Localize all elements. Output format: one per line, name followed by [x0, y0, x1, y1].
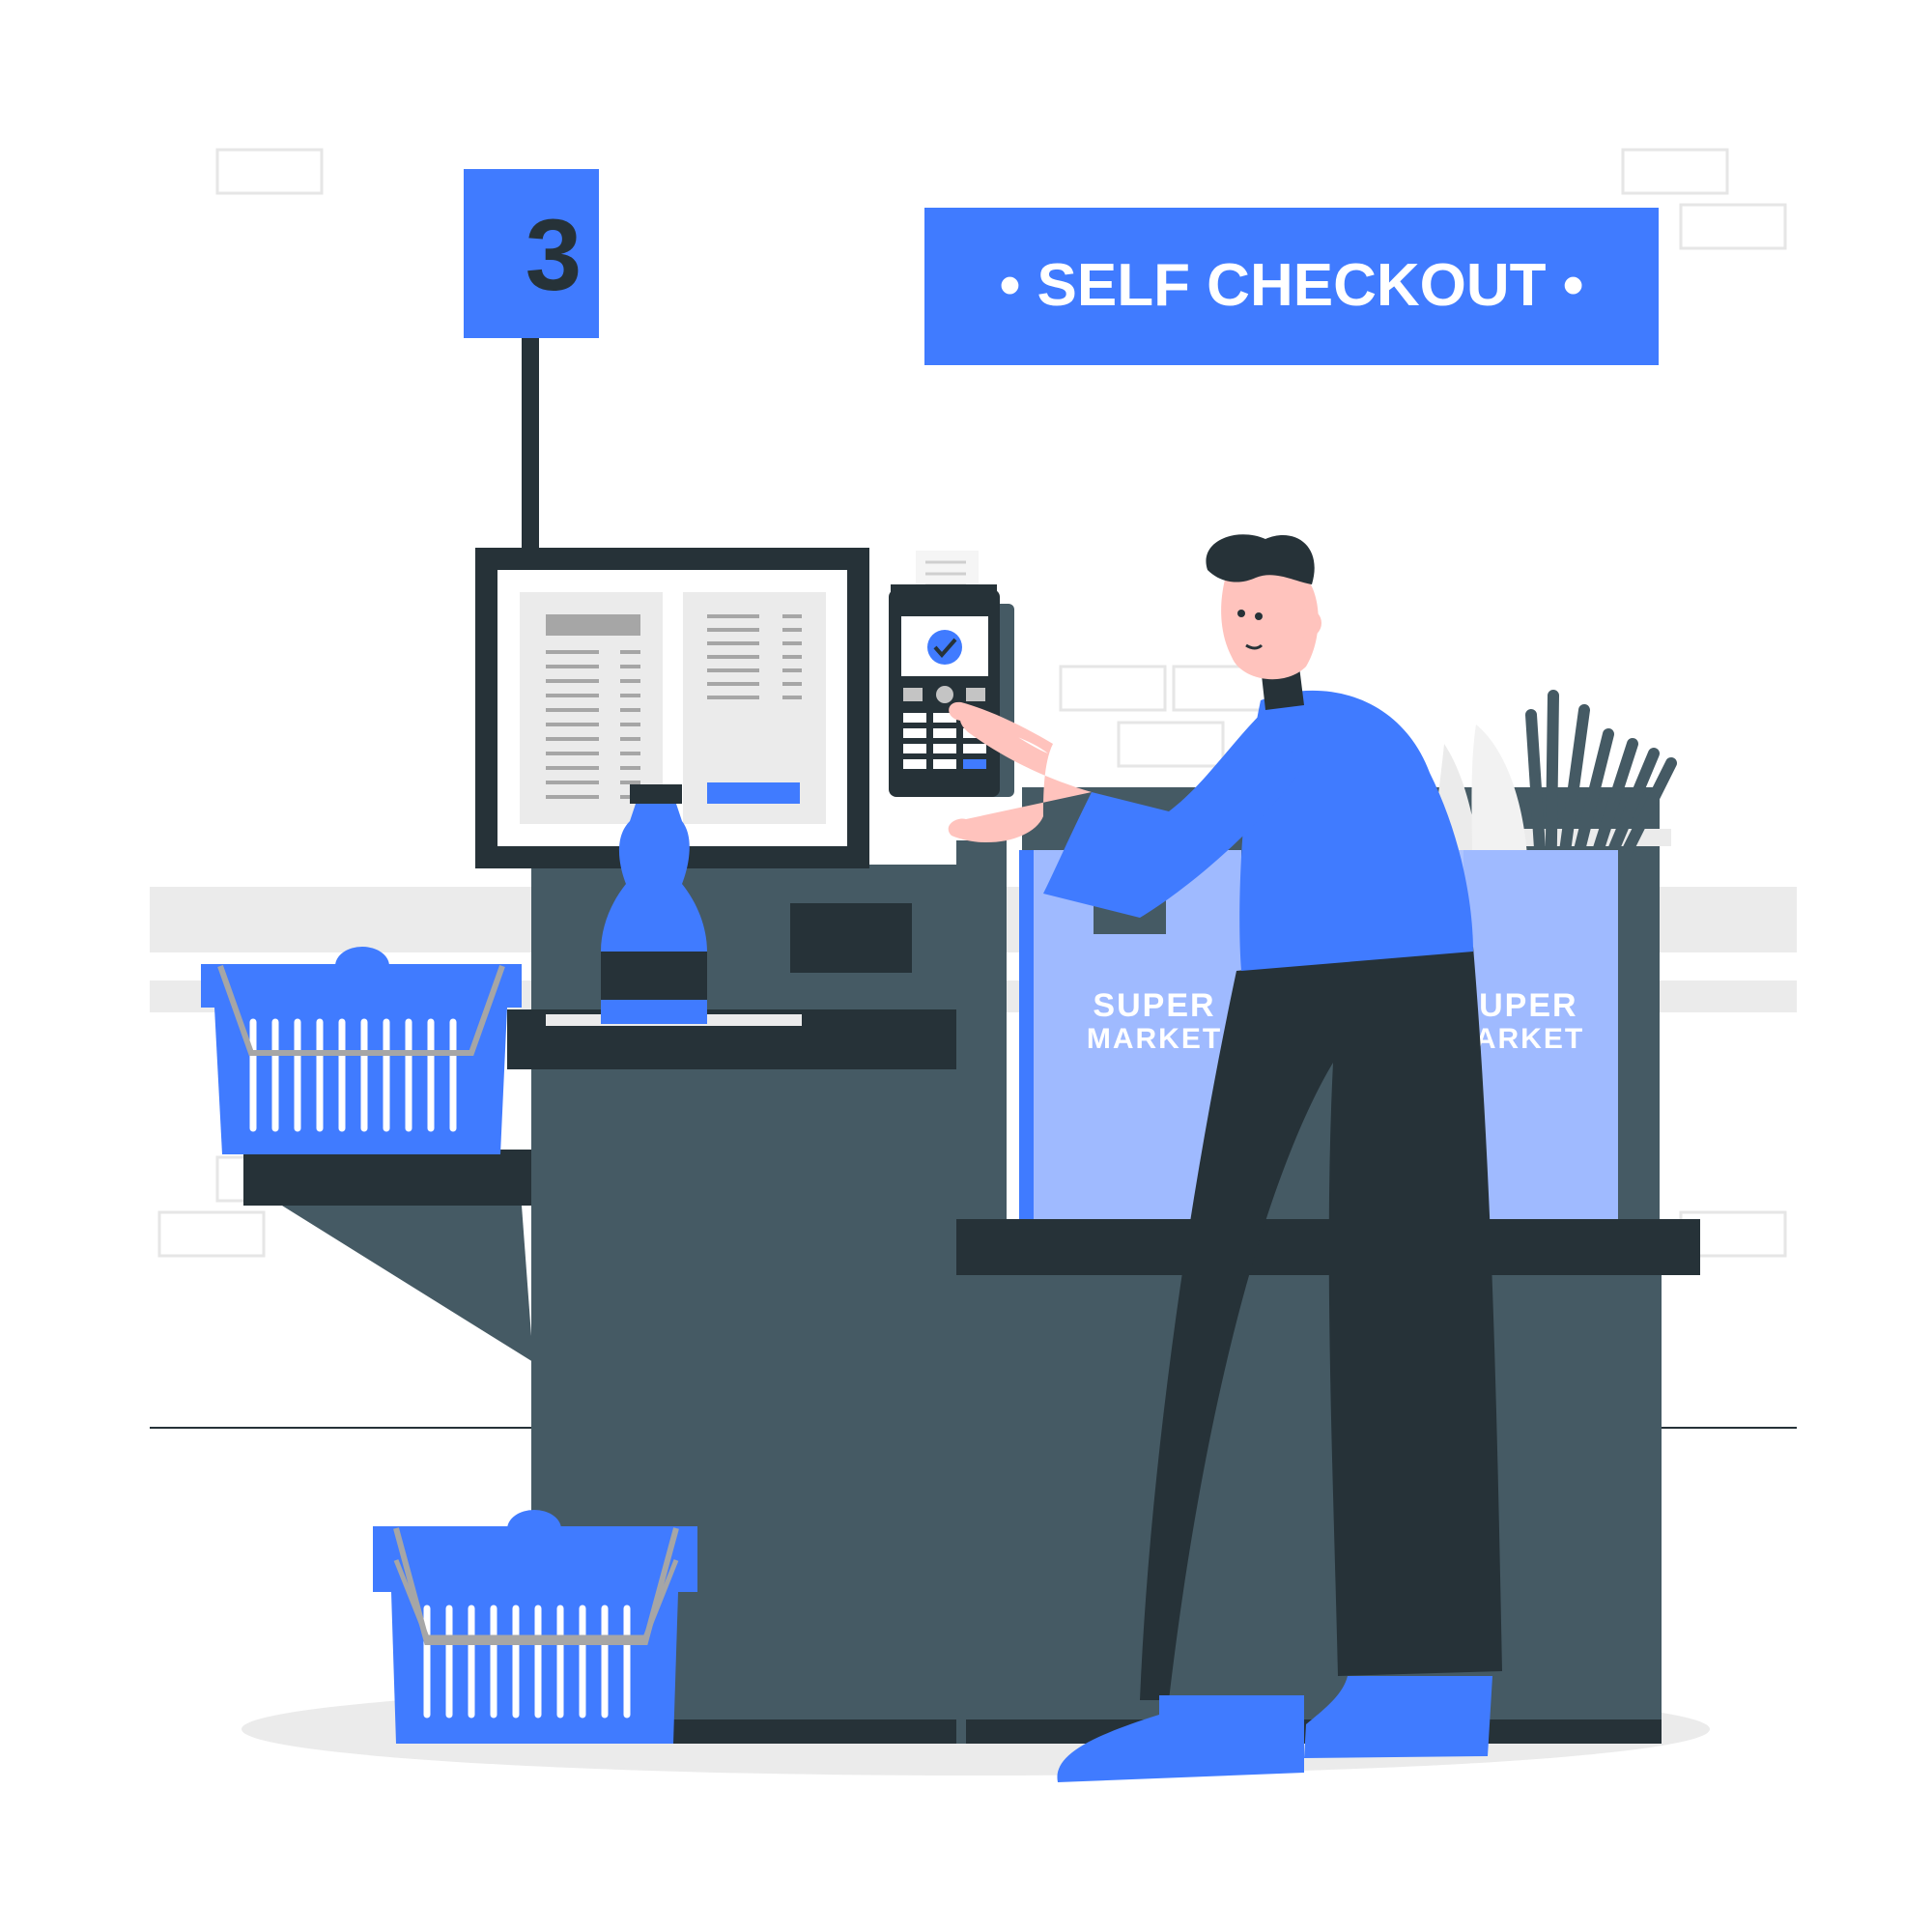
banner-title: • SELF CHECKOUT •: [1000, 252, 1584, 319]
bagging-counter: [956, 1219, 1700, 1744]
lane-number-sign: 3: [464, 169, 599, 551]
basket-counter: [243, 1150, 535, 1362]
shopping-basket-floor: [373, 1510, 697, 1744]
bag-front-line2: MARKET: [1087, 1023, 1222, 1055]
bag-front-line1: SUPER: [1093, 987, 1215, 1024]
check-circle-icon: [927, 630, 962, 665]
self-checkout-illustration: 3 • SELF CHECKOUT • SUPER MARKET SUPER M…: [150, 148, 1797, 1782]
card-slot: [790, 903, 912, 973]
shopping-basket-top: [201, 947, 522, 1154]
lane-number: 3: [526, 199, 582, 312]
self-checkout-banner: • SELF CHECKOUT •: [924, 208, 1659, 365]
screen-pay-button: [707, 782, 800, 804]
card-terminal: [889, 551, 1014, 797]
